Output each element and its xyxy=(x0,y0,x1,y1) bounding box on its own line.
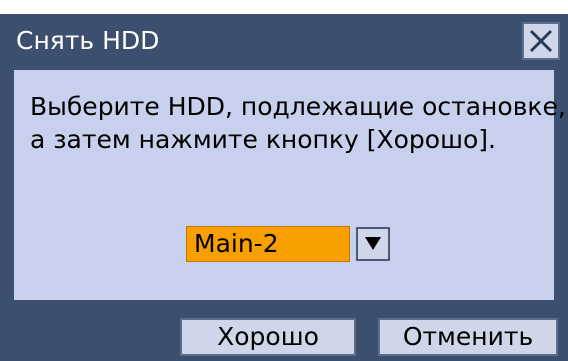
dropdown-arrow-button[interactable] xyxy=(356,227,390,261)
hdd-select[interactable]: Main-2 xyxy=(186,226,394,262)
remove-hdd-dialog: Снять HDD Выберите HDD, подлежащие остан… xyxy=(0,0,568,361)
instruction-line-1: Выберите HDD, подлежащие остановке, xyxy=(30,92,566,121)
instruction-line-2: а затем нажмите кнопку [Хорошо]. xyxy=(30,125,496,154)
close-button[interactable] xyxy=(522,22,560,60)
triangle-down-icon xyxy=(365,237,381,250)
ok-button[interactable]: Хорошо xyxy=(180,318,356,356)
dialog-title: Снять HDD xyxy=(16,26,160,55)
close-icon xyxy=(529,29,553,53)
instruction-text: Выберите HDD, подлежащие остановке, а за… xyxy=(30,90,566,156)
cancel-button[interactable]: Отменить xyxy=(378,318,558,356)
hdd-select-value[interactable]: Main-2 xyxy=(186,226,350,262)
